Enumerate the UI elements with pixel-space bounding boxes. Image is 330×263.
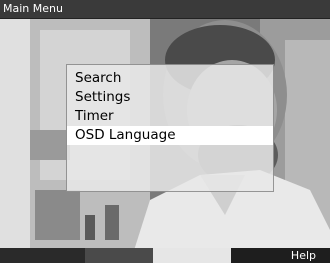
function-key-1[interactable] <box>0 248 85 263</box>
help-label: Help <box>290 249 316 262</box>
menu-item-timer[interactable]: Timer <box>67 107 273 126</box>
menu-item-osd-language[interactable]: OSD Language <box>67 126 273 145</box>
function-key-3[interactable] <box>153 248 231 263</box>
menu-list: Search Settings Timer OSD Language <box>67 69 273 145</box>
tv-screen: Main Menu Search Settings Timer OSD Lang… <box>0 0 330 263</box>
help-key[interactable]: Help <box>231 248 330 263</box>
title-bar: Main Menu <box>0 0 330 19</box>
page-title: Main Menu <box>3 2 63 15</box>
menu-item-settings[interactable]: Settings <box>67 88 273 107</box>
main-menu-panel: Search Settings Timer OSD Language <box>66 64 274 192</box>
menu-item-search[interactable]: Search <box>67 69 273 88</box>
function-key-bar: Help <box>0 248 330 263</box>
function-key-2[interactable] <box>85 248 153 263</box>
